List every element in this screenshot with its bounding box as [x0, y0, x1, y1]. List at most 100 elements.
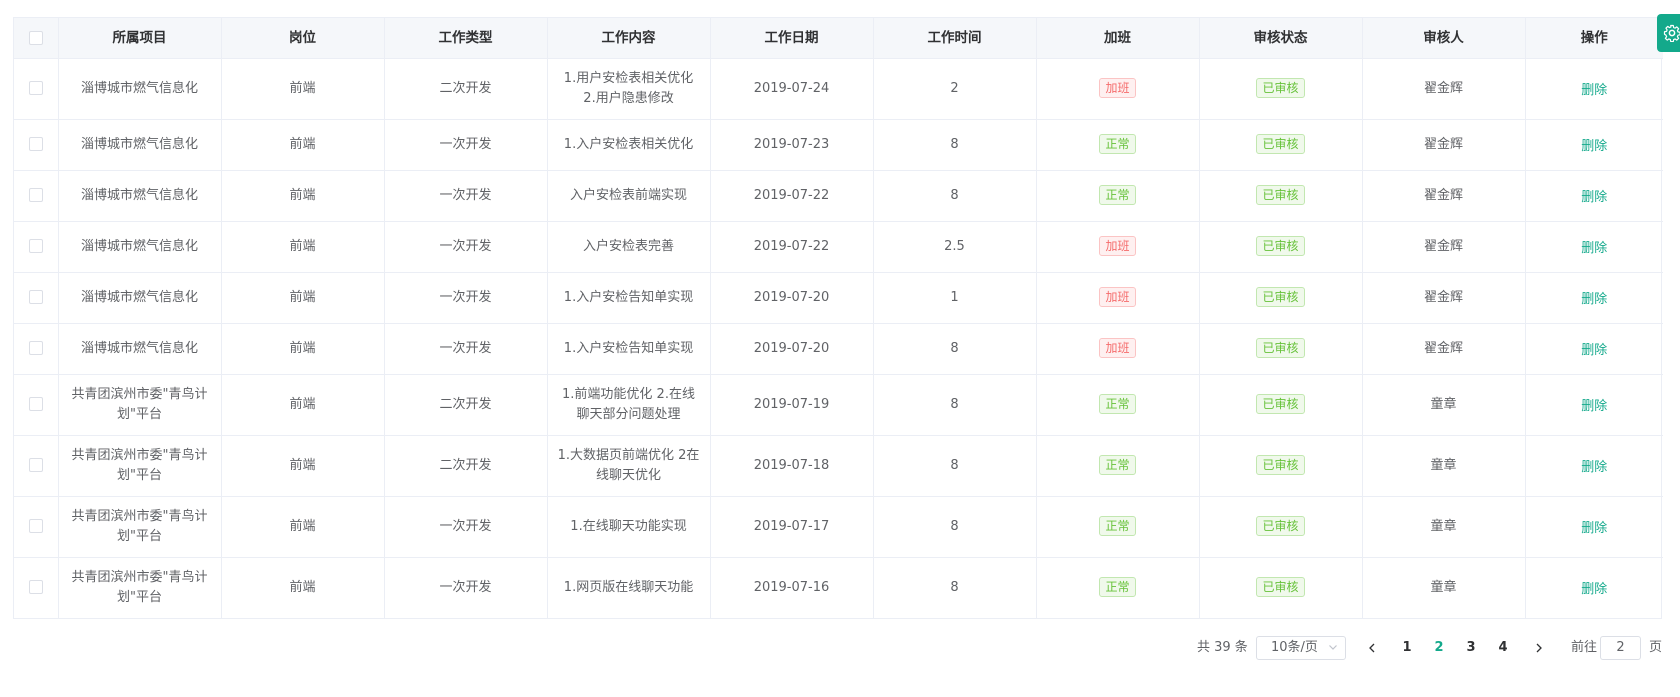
- status-badge: 已审核: [1256, 78, 1305, 98]
- cell-overtime: 正常: [1036, 496, 1200, 558]
- cell-overtime: 正常: [1036, 170, 1200, 222]
- cell-work-content: 入户安检表完善: [547, 221, 711, 273]
- page-4[interactable]: 4: [1493, 636, 1513, 660]
- cell-position: 前端: [221, 221, 385, 273]
- row-checkbox[interactable]: [28, 519, 43, 533]
- chevron-left-icon: [1369, 643, 1375, 653]
- chevron-down-icon: [1329, 645, 1337, 650]
- cell-position: 前端: [221, 170, 385, 222]
- page-2[interactable]: 2: [1429, 636, 1449, 660]
- header-overtime[interactable]: 加班: [1036, 18, 1200, 59]
- cell-work-hours: 8: [873, 170, 1037, 222]
- cell-work-date: 2019-07-18: [710, 435, 874, 497]
- cell-work-date: 2019-07-17: [710, 496, 874, 558]
- settings-button[interactable]: [1657, 14, 1680, 52]
- select-all-cell: [14, 18, 59, 59]
- overtime-tag: 正常: [1099, 134, 1136, 154]
- cell-review-status: 已审核: [1199, 557, 1363, 618]
- page-1[interactable]: 1: [1397, 636, 1417, 660]
- cell-work-content: 1.在线聊天功能实现: [547, 496, 711, 558]
- delete-button[interactable]: 删除: [1581, 460, 1607, 475]
- cell-actions: 删除: [1525, 221, 1663, 273]
- cell-reviewer: 翟金辉: [1362, 221, 1526, 273]
- cell-work-type: 一次开发: [384, 496, 548, 558]
- header-work-type[interactable]: 工作类型: [384, 18, 548, 59]
- overtime-tag: 正常: [1099, 577, 1136, 598]
- row-checkbox[interactable]: [28, 290, 43, 304]
- delete-button[interactable]: 删除: [1581, 83, 1607, 98]
- cell-work-content: 1.网页版在线聊天功能: [547, 557, 711, 618]
- delete-button[interactable]: 删除: [1581, 190, 1607, 205]
- delete-button[interactable]: 删除: [1581, 521, 1607, 536]
- table-row: 淄博城市燃气信息化 前端 二次开发 1.用户安检表相关优化 2.用户隐患修改 2019-…: [14, 58, 1663, 120]
- cell-reviewer: 翟金辉: [1362, 323, 1526, 375]
- cell-position: 前端: [221, 272, 385, 324]
- cell-actions: 删除: [1525, 557, 1663, 618]
- page-size-select[interactable]: 10条/页: [1256, 636, 1346, 660]
- cell-work-type: 二次开发: [384, 435, 548, 497]
- row-select-cell: [14, 170, 59, 222]
- cell-overtime: 正常: [1036, 119, 1200, 171]
- cell-work-date: 2019-07-19: [710, 374, 874, 436]
- header-project[interactable]: 所属项目: [58, 18, 222, 59]
- table-row: 淄博城市燃气信息化 前端 一次开发 入户安检表完善 2019-07-22 2.5 加班 已审核…: [14, 221, 1663, 273]
- cell-project: 淄博城市燃气信息化: [58, 119, 222, 171]
- cell-actions: 删除: [1525, 435, 1663, 497]
- prev-page-button[interactable]: [1365, 636, 1379, 660]
- cell-reviewer: 翟金辉: [1362, 119, 1526, 171]
- row-checkbox[interactable]: [28, 137, 43, 151]
- cell-project: 共青团滨州市委"青鸟计划"平台: [58, 374, 222, 436]
- row-checkbox[interactable]: [28, 458, 43, 472]
- delete-button[interactable]: 删除: [1581, 292, 1607, 307]
- cell-review-status: 已审核: [1199, 119, 1363, 171]
- row-checkbox[interactable]: [28, 341, 43, 355]
- header-work-content[interactable]: 工作内容: [547, 18, 711, 59]
- cell-work-date: 2019-07-22: [710, 221, 874, 273]
- cell-overtime: 加班: [1036, 323, 1200, 375]
- page-suffix: 页: [1649, 640, 1663, 655]
- cell-work-content: 1.入户安检告知单实现: [547, 323, 711, 375]
- cell-work-type: 一次开发: [384, 272, 548, 324]
- cell-reviewer: 童章: [1362, 557, 1526, 618]
- delete-button[interactable]: 删除: [1581, 139, 1607, 154]
- page-3[interactable]: 3: [1461, 636, 1481, 660]
- page-size-value: 10条/页: [1271, 640, 1318, 655]
- header-reviewer[interactable]: 审核人: [1362, 18, 1526, 59]
- cell-project: 淄博城市燃气信息化: [58, 221, 222, 273]
- cell-position: 前端: [221, 58, 385, 120]
- goto-page-input[interactable]: 2: [1600, 636, 1641, 660]
- chevron-right-icon: [1536, 643, 1542, 653]
- row-checkbox[interactable]: [28, 580, 43, 595]
- delete-button[interactable]: 删除: [1581, 241, 1607, 256]
- delete-button[interactable]: 删除: [1581, 399, 1607, 414]
- row-checkbox[interactable]: [28, 239, 43, 253]
- cell-work-hours: 2: [873, 58, 1037, 120]
- cell-position: 前端: [221, 557, 385, 618]
- row-checkbox[interactable]: [28, 397, 43, 411]
- cell-work-type: 二次开发: [384, 374, 548, 436]
- row-checkbox[interactable]: [28, 188, 43, 202]
- cell-position: 前端: [221, 496, 385, 558]
- cell-review-status: 已审核: [1199, 221, 1363, 273]
- header-position[interactable]: 岗位: [221, 18, 385, 59]
- cell-review-status: 已审核: [1199, 170, 1363, 222]
- delete-button[interactable]: 删除: [1581, 582, 1607, 597]
- cell-actions: 删除: [1525, 119, 1663, 171]
- overtime-tag: 加班: [1099, 287, 1136, 307]
- row-checkbox[interactable]: [28, 81, 43, 95]
- cell-project: 共青团滨州市委"青鸟计划"平台: [58, 557, 222, 618]
- header-review-status[interactable]: 审核状态: [1199, 18, 1363, 59]
- header-work-date[interactable]: 工作日期: [710, 18, 874, 59]
- cell-position: 前端: [221, 374, 385, 436]
- delete-button[interactable]: 删除: [1581, 343, 1607, 358]
- overtime-tag: 加班: [1099, 338, 1136, 358]
- cell-work-date: 2019-07-16: [710, 557, 874, 618]
- cell-work-date: 2019-07-20: [710, 272, 874, 324]
- row-select-cell: [14, 58, 59, 120]
- cell-work-content: 1.用户安检表相关优化 2.用户隐患修改: [547, 58, 711, 120]
- next-page-button[interactable]: [1532, 636, 1546, 660]
- pagination: 共 39 条 10条/页 1 2 3 4 前往 2 页: [0, 636, 1680, 660]
- header-work-hours[interactable]: 工作时间: [873, 18, 1037, 59]
- select-all-checkbox[interactable]: [28, 30, 43, 45]
- cell-review-status: 已审核: [1199, 496, 1363, 558]
